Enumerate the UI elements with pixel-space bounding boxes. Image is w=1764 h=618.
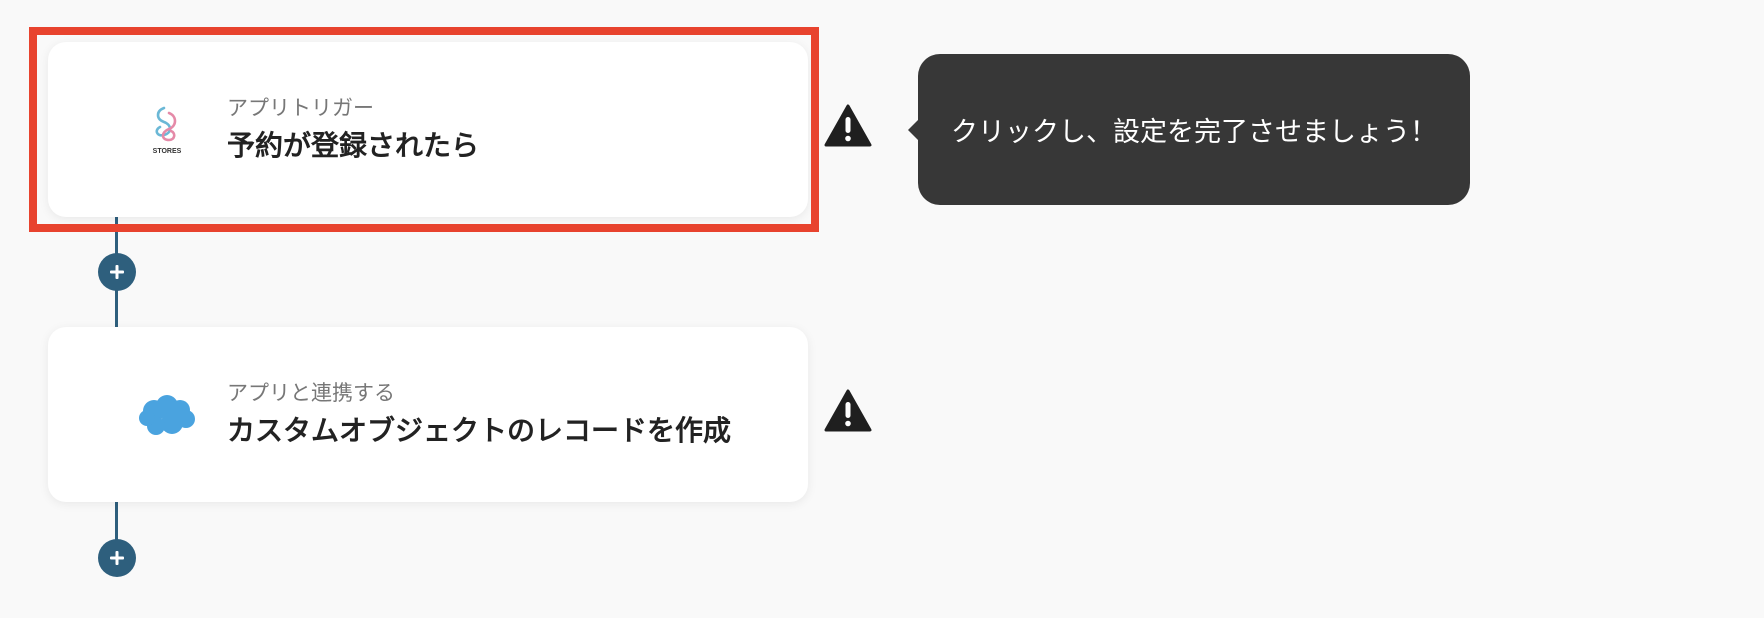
warning-icon <box>824 389 872 433</box>
add-step-button[interactable] <box>98 253 136 291</box>
plus-icon <box>110 551 124 565</box>
setup-tooltip: クリックし、設定を完了させましょう！ <box>908 54 1470 205</box>
step-card-trigger[interactable]: STORES アプリトリガー 予約が登録されたら <box>48 42 808 217</box>
svg-text:STORES: STORES <box>153 148 182 155</box>
stores-logo-icon: STORES <box>132 95 202 165</box>
step-title: カスタムオブジェクトのレコードを作成 <box>227 413 732 447</box>
step-subtitle: アプリと連携する <box>227 380 395 405</box>
tooltip-text: クリックし、設定を完了させましょう！ <box>951 117 1437 148</box>
step-card-action[interactable]: アプリと連携する カスタムオブジェクトのレコードを作成 <box>48 327 808 502</box>
salesforce-cloud-icon <box>132 380 202 450</box>
step-subtitle: アプリトリガー <box>227 95 374 120</box>
warning-icon <box>824 104 872 148</box>
tooltip-arrow <box>908 120 918 140</box>
step-title: 予約が登録されたら <box>227 128 480 162</box>
plus-icon <box>110 265 124 279</box>
add-step-button[interactable] <box>98 539 136 577</box>
